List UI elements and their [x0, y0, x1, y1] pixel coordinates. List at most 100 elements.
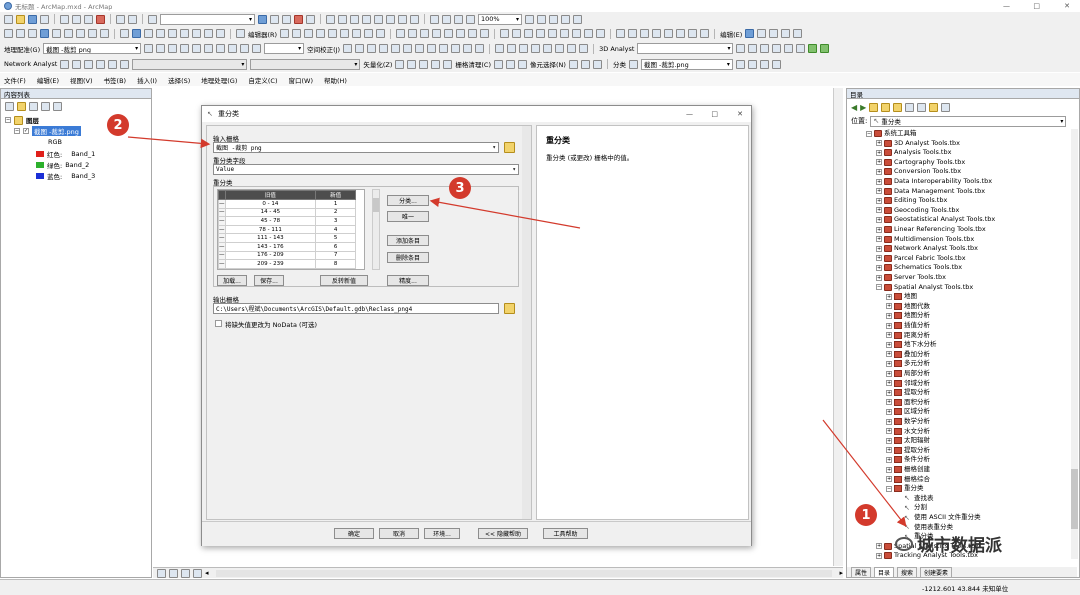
edit-icon-b[interactable]: [304, 29, 314, 38]
tab-search[interactable]: 搜索: [897, 566, 918, 578]
toolset-item[interactable]: + 条件分析: [886, 455, 930, 464]
cell-tool-c[interactable]: [592, 59, 602, 69]
layout-icon-d[interactable]: [466, 14, 475, 24]
layout-icon-a[interactable]: [430, 14, 439, 24]
new-icon[interactable]: [4, 14, 13, 24]
pause-drawing-icon[interactable]: [193, 568, 202, 578]
georef-icon-f[interactable]: [560, 29, 570, 38]
zoom-out-icon[interactable]: [16, 29, 25, 38]
toolbox-item[interactable]: + Schematics Tools.tbx: [876, 263, 962, 272]
graphics-icon-d[interactable]: [652, 29, 662, 38]
adjust-tool-r[interactable]: [555, 44, 565, 53]
old-value-cell[interactable]: 45 - 78: [224, 216, 317, 226]
georef-icon-c[interactable]: [524, 29, 534, 38]
layout-icon-b[interactable]: [442, 14, 451, 24]
adjust-tool-o[interactable]: [519, 44, 529, 53]
toolbox-item[interactable]: + Conversion Tools.tbx: [876, 167, 961, 176]
toolset-item[interactable]: − 重分类: [886, 484, 924, 493]
tool-icon-g[interactable]: [410, 14, 419, 24]
catalog-connect-icon[interactable]: [941, 102, 951, 112]
catalog-home-icon[interactable]: [881, 102, 891, 112]
classify-tool-d[interactable]: [759, 59, 769, 69]
classify-button[interactable]: 分类...: [387, 195, 429, 206]
arctoolbox-icon[interactable]: [294, 14, 303, 24]
adjust-tool-p[interactable]: [531, 44, 541, 53]
na-tool-e[interactable]: [108, 59, 118, 69]
layout-icon-h[interactable]: [561, 14, 570, 24]
paste-icon[interactable]: [84, 14, 93, 24]
topology-icon-d[interactable]: [432, 29, 442, 38]
toolbox-item[interactable]: + Data Interoperability Tools.tbx: [876, 177, 992, 186]
clean-tool-b[interactable]: [506, 59, 515, 69]
reshape-icon[interactable]: [757, 29, 767, 38]
graphics-icon-b[interactable]: [628, 29, 638, 38]
menu-edit[interactable]: 编辑(E): [37, 75, 59, 85]
edit-icon-a[interactable]: [292, 29, 302, 38]
menu-windows[interactable]: 窗口(W): [289, 75, 314, 85]
sketch-icon[interactable]: [280, 29, 290, 38]
classify-menu[interactable]: 分类: [613, 59, 626, 69]
clean-tool-a[interactable]: [494, 59, 503, 69]
save-icon[interactable]: [28, 14, 37, 24]
cancel-button[interactable]: 取消: [379, 528, 419, 539]
toolbox-item[interactable]: + Multidimension Tools.tbx: [876, 235, 974, 244]
viewer-icon[interactable]: [216, 29, 225, 38]
toolset-item[interactable]: + 水文分析: [886, 427, 930, 436]
toolset-item[interactable]: + 插值分析: [886, 321, 930, 330]
toolset-item[interactable]: + 提取分析: [886, 446, 930, 455]
ok-button[interactable]: 确定: [334, 528, 374, 539]
delete-entries-button[interactable]: 删除条目: [387, 252, 429, 263]
maximize-icon[interactable]: □: [1033, 2, 1040, 10]
dialog-close-icon[interactable]: ✕: [737, 110, 743, 118]
scroll-right-icon[interactable]: ▸: [839, 569, 843, 577]
add-data-icon[interactable]: [148, 14, 157, 24]
data-view-icon[interactable]: [157, 568, 166, 578]
list-by-visibility-icon[interactable]: [29, 101, 38, 111]
select-elements-icon[interactable]: [120, 29, 129, 38]
unique-button[interactable]: 唯一: [387, 211, 429, 222]
new-value-cell[interactable]: 8: [315, 259, 356, 269]
attributes-icon[interactable]: [781, 29, 791, 38]
new-value-cell[interactable]: 6: [315, 241, 356, 252]
system-toolboxes-node[interactable]: − 系统工具箱: [866, 129, 917, 138]
toolbox-item[interactable]: + Data Management Tools.tbx: [876, 187, 985, 196]
toolbox-item[interactable]: + Parcel Fabric Tools.tbx: [876, 254, 966, 263]
back-icon[interactable]: [76, 29, 85, 38]
graphics-icon-f[interactable]: [676, 29, 686, 38]
edit-icon-e[interactable]: [340, 29, 350, 38]
reclass-row[interactable]: —45 - 78 3: [218, 216, 356, 226]
new-value-cell[interactable]: 3: [315, 216, 356, 226]
old-value-cell[interactable]: 176 - 209: [224, 250, 317, 261]
vectorize-tool-b[interactable]: [407, 59, 417, 69]
catalog-back-icon[interactable]: ◀: [851, 103, 857, 112]
adjust-tool-l[interactable]: [475, 44, 485, 53]
select-features-icon[interactable]: [100, 29, 109, 38]
time-slider-icon[interactable]: [204, 29, 213, 38]
na-tool-b[interactable]: [72, 59, 82, 69]
tab-properties[interactable]: 属性: [851, 566, 872, 578]
georef-icon-e[interactable]: [548, 29, 558, 38]
reclass-row[interactable]: —111 - 143 5: [218, 233, 356, 243]
catalog-view-icon[interactable]: [917, 102, 927, 112]
3d-analyst-layer-combo[interactable]: ▾: [637, 43, 734, 54]
na-tool-c[interactable]: [84, 59, 94, 69]
reclass-row[interactable]: —14 - 45 2: [218, 207, 356, 218]
params-scrollbar[interactable]: [522, 126, 531, 519]
tab-create-features[interactable]: 创建要素: [920, 566, 953, 578]
map-vertical-scrollbar[interactable]: [833, 88, 843, 566]
topology-icon-b[interactable]: [408, 29, 418, 38]
vectorize-menu[interactable]: 矢量化(Z): [363, 59, 392, 69]
graphics-icon-a[interactable]: [616, 29, 626, 38]
full-extent-icon[interactable]: [40, 29, 49, 38]
list-by-selection-icon[interactable]: [41, 101, 50, 111]
tool-item[interactable]: ↖ 查找表: [904, 494, 934, 503]
network-analyst-menu[interactable]: Network Analyst: [4, 60, 57, 68]
reclass-table[interactable]: 旧值 新值 —0 - 14 1—14 - 45 2—45 - 78 3—78 - 111…: [217, 189, 365, 270]
nodata-checkbox[interactable]: [215, 320, 222, 327]
menu-geoprocessing[interactable]: 地理处理(G): [201, 75, 237, 85]
na-second-combo[interactable]: ▾: [250, 58, 361, 70]
georef-icon-b[interactable]: [512, 29, 522, 38]
toolbox-item[interactable]: + Analysis Tools.tbx: [876, 148, 951, 157]
hide-help-button[interactable]: << 隐藏帮助: [478, 528, 528, 539]
add-entry-button[interactable]: 添加条目: [387, 235, 429, 246]
